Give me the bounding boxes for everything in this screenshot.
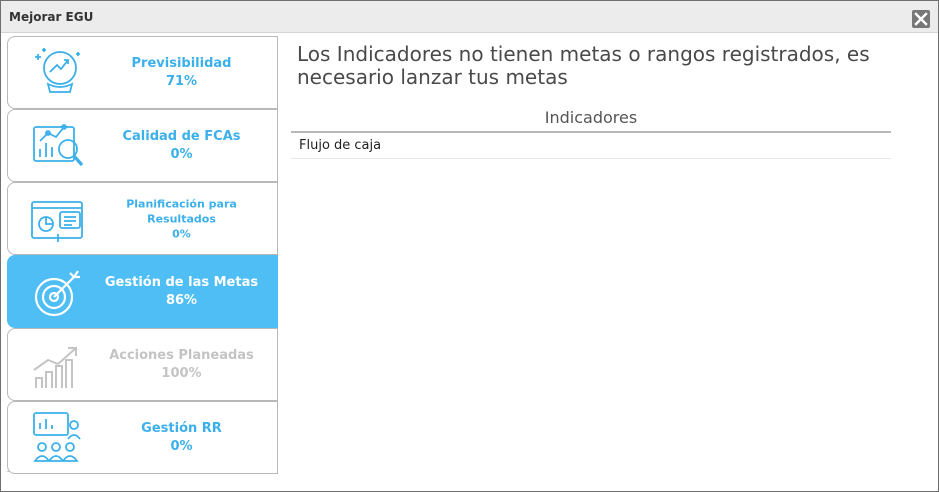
sidebar-item-text: Previsibilidad 71% (90, 55, 273, 91)
sidebar-item-acciones-planeadas[interactable]: Acciones Planeadas 100% (7, 328, 278, 401)
team-meeting-icon (33, 412, 81, 462)
main-heading: Los Indicadores no tienen metas o rangos… (297, 42, 870, 89)
sidebar-item-label: Gestión RR (141, 420, 222, 436)
target-arrow-icon (34, 270, 80, 317)
sidebar-item-gestion-metas[interactable]: Gestión de las Metas 86% (7, 255, 278, 328)
sidebar-item-percent: 71% (165, 73, 198, 89)
sidebar-item-text: Gestión RR 0% (90, 420, 273, 456)
chart-magnifier-icon (33, 124, 84, 167)
close-button[interactable] (912, 10, 930, 28)
sidebar-item-percent: 0% (170, 438, 193, 454)
sidebar-item-label: Planificación para Resultados (126, 197, 237, 225)
close-icon (914, 12, 928, 26)
crystal-ball-chart-icon (35, 48, 80, 93)
sidebar-item-label: Gestión de las Metas (104, 274, 259, 290)
indicators-table: Indicadores Flujo de caja (291, 105, 891, 159)
sidebar-item-percent: 0% (172, 227, 191, 240)
presentation-board-icon (31, 201, 83, 242)
sidebar-item-percent: 86% (165, 292, 198, 308)
sidebar-item-text: Acciones Planeadas 100% (90, 347, 273, 383)
sidebar-item-calidad-fcas[interactable]: Calidad de FCAs 0% (7, 109, 278, 182)
sidebar-item-label: Acciones Planeadas (109, 347, 254, 363)
sidebar-item-text: Calidad de FCAs 0% (90, 128, 273, 164)
sidebar: Previsibilidad 71% Calidad de FCAs 0% Pl… (7, 36, 278, 474)
growth-bars-icon (33, 347, 77, 388)
sidebar-item-label: Previsibilidad (131, 55, 232, 71)
sidebar-item-text: Gestión de las Metas 86% (90, 274, 273, 310)
dialog-window: Mejorar EGU Previsibilidad 71% Calidad d… (0, 0, 939, 492)
sidebar-item-percent: 100% (161, 365, 202, 381)
sidebar-item-percent: 0% (170, 146, 193, 162)
sidebar-item-previsibilidad[interactable]: Previsibilidad 71% (7, 36, 278, 109)
table-row[interactable]: Flujo de caja (291, 133, 891, 159)
window-title: Mejorar EGU (9, 10, 94, 24)
sidebar-item-gestion-rr[interactable]: Gestión RR 0% (7, 401, 278, 474)
sidebar-item-planificacion[interactable]: Planificación para Resultados 0% (7, 182, 278, 255)
sidebar-item-text: Planificación para Resultados 0% (90, 196, 273, 241)
table-header: Indicadores (291, 105, 891, 133)
sidebar-item-label: Calidad de FCAs (122, 128, 241, 144)
title-bar: Mejorar EGU (1, 1, 938, 33)
